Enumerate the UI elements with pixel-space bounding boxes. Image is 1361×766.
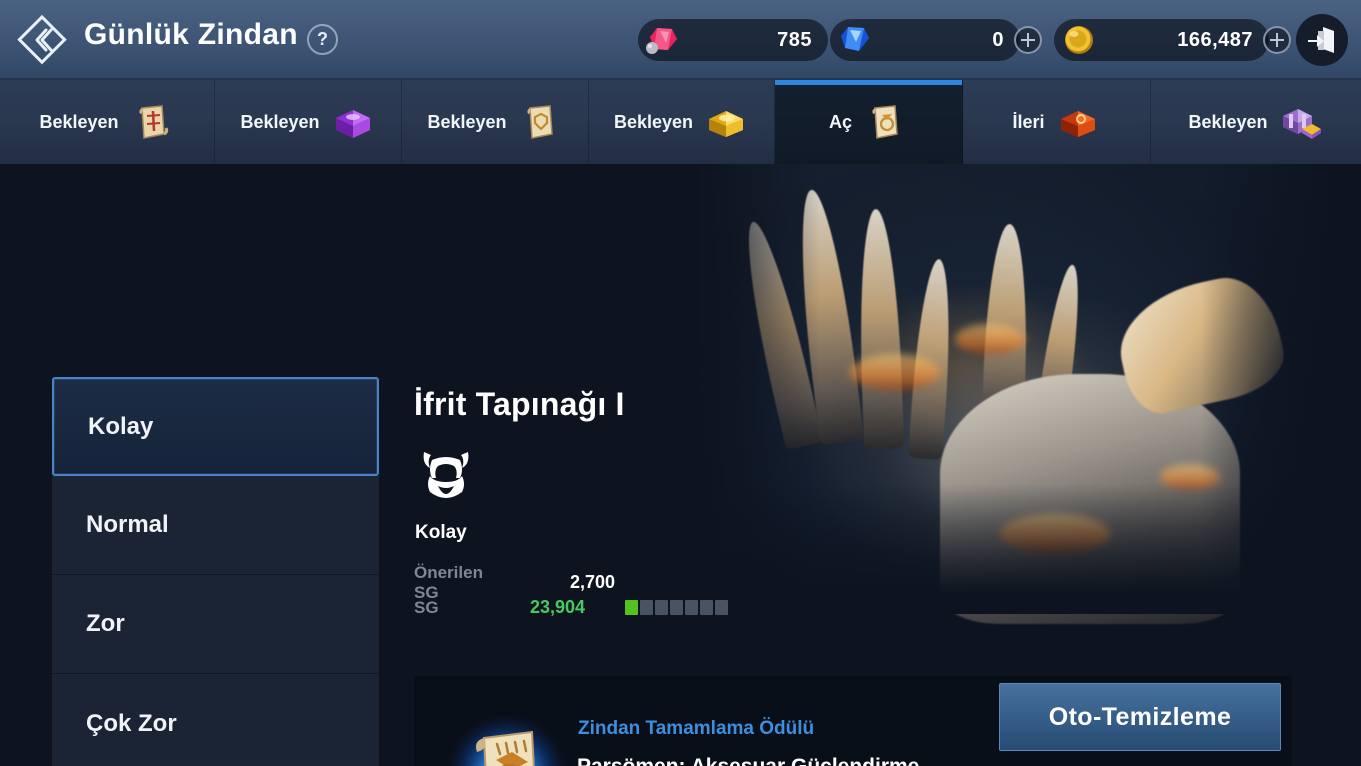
add-diamond-button[interactable]	[1014, 26, 1042, 54]
currency-gold[interactable]: 166,487	[1054, 19, 1291, 61]
ring-scroll-icon	[862, 102, 908, 142]
tab-label: Aç	[828, 111, 852, 132]
reward-item-name: Parşömen: Aksesuar Güçlendirme	[577, 755, 919, 766]
red-scroll-icon	[129, 102, 175, 142]
currency-diamond-value: 0	[992, 28, 1004, 51]
tab-bekleyen-1[interactable]: Bekleyen	[0, 80, 215, 164]
recommended-power-label: Önerilen SG	[414, 562, 483, 602]
recommended-power-value: 2,700	[570, 572, 616, 592]
tab-bar: Bekleyen Bekleyen Bekleyen Bekleyen Aç İ…	[0, 80, 1361, 164]
tab-label: Bekleyen	[613, 111, 694, 132]
auto-clear-button[interactable]: Oto-Temizleme	[999, 683, 1281, 751]
currency-diamond[interactable]: 0	[830, 19, 1042, 61]
accessory-enhancement-scroll-icon[interactable]	[440, 708, 574, 766]
help-label: ?	[317, 29, 328, 49]
exit-button[interactable]	[1296, 14, 1348, 66]
add-gold-button[interactable]	[1263, 26, 1291, 54]
player-power-label: SG	[414, 597, 439, 617]
tab-bekleyen-5[interactable]: Bekleyen	[1151, 80, 1361, 164]
tab-label: İleri	[1012, 111, 1045, 132]
difficulty-item-kolay[interactable]: Kolay	[52, 377, 379, 476]
help-button[interactable]: ?	[307, 24, 338, 55]
currency-ruby-value: 785	[777, 28, 812, 51]
currency-gold-value: 166,487	[1177, 28, 1253, 51]
auto-clear-label: Oto-Temizleme	[1048, 702, 1232, 731]
tab-label: Bekleyen	[427, 111, 507, 132]
tab-ileri[interactable]: İleri	[963, 80, 1151, 164]
dungeon-title: İfrit Tapınağı I	[414, 386, 625, 422]
player-power-value: 23,904	[530, 597, 586, 617]
tab-bekleyen-3[interactable]: Bekleyen	[402, 80, 589, 164]
back-button[interactable]	[10, 8, 74, 72]
red-chest-icon	[1055, 102, 1101, 142]
oni-mask-icon	[418, 448, 474, 500]
purple-chest-icon	[330, 102, 376, 142]
reward-label: Zindan Tamamlama Ödülü	[578, 718, 815, 739]
player-power-row: SG 23,904	[414, 595, 729, 620]
tab-label: Bekleyen	[240, 111, 320, 132]
header-bar: Günlük Zindan ? 785 0 166,487	[0, 0, 1361, 80]
shield-scroll-icon	[517, 102, 563, 142]
content-area: Kolay Normal Zor Çok Zor İfrit Tapınağı …	[0, 164, 1361, 766]
blue-diamond-icon	[834, 23, 874, 57]
page-title: Günlük Zindan	[84, 18, 298, 51]
tab-bekleyen-4[interactable]: Bekleyen	[589, 80, 775, 164]
difficulty-label: Kolay	[88, 412, 154, 440]
tab-label: Bekleyen	[1188, 111, 1268, 132]
purple-gold-chest-icon	[1278, 102, 1324, 142]
gold-chest-icon	[703, 102, 749, 142]
ruby-gem-icon	[642, 23, 682, 57]
game-screen: Günlük Zindan ? 785 0 166,487 Bekleyen B…	[0, 0, 1361, 766]
tab-label: Bekleyen	[39, 111, 119, 132]
difficulty-item-normal[interactable]: Normal	[52, 476, 379, 575]
currency-ruby[interactable]: 785	[638, 19, 828, 61]
dungeon-stats: Önerilen SG 2,700 SG 23,904	[414, 563, 729, 620]
back-chevron-icon	[17, 14, 67, 65]
exit-door-icon	[1308, 27, 1334, 53]
gold-coin-icon	[1058, 23, 1098, 57]
difficulty-label: Zor	[86, 610, 125, 637]
difficulty-label: Normal	[86, 511, 169, 538]
tab-bekleyen-2[interactable]: Bekleyen	[215, 80, 402, 164]
difficulty-list: Kolay Normal Zor Çok Zor	[52, 377, 379, 766]
dungeon-difficulty-name: Kolay	[415, 522, 467, 543]
difficulty-item-zor[interactable]: Zor	[52, 575, 379, 674]
recommended-power-row: Önerilen SG 2,700	[414, 563, 728, 602]
difficulty-label: Çok Zor	[86, 709, 177, 737]
dungeon-boss-artwork	[700, 164, 1361, 624]
power-segment-bar	[625, 600, 729, 615]
difficulty-item-cok-zor[interactable]: Çok Zor	[52, 674, 379, 766]
tab-ac[interactable]: Aç	[775, 80, 963, 164]
